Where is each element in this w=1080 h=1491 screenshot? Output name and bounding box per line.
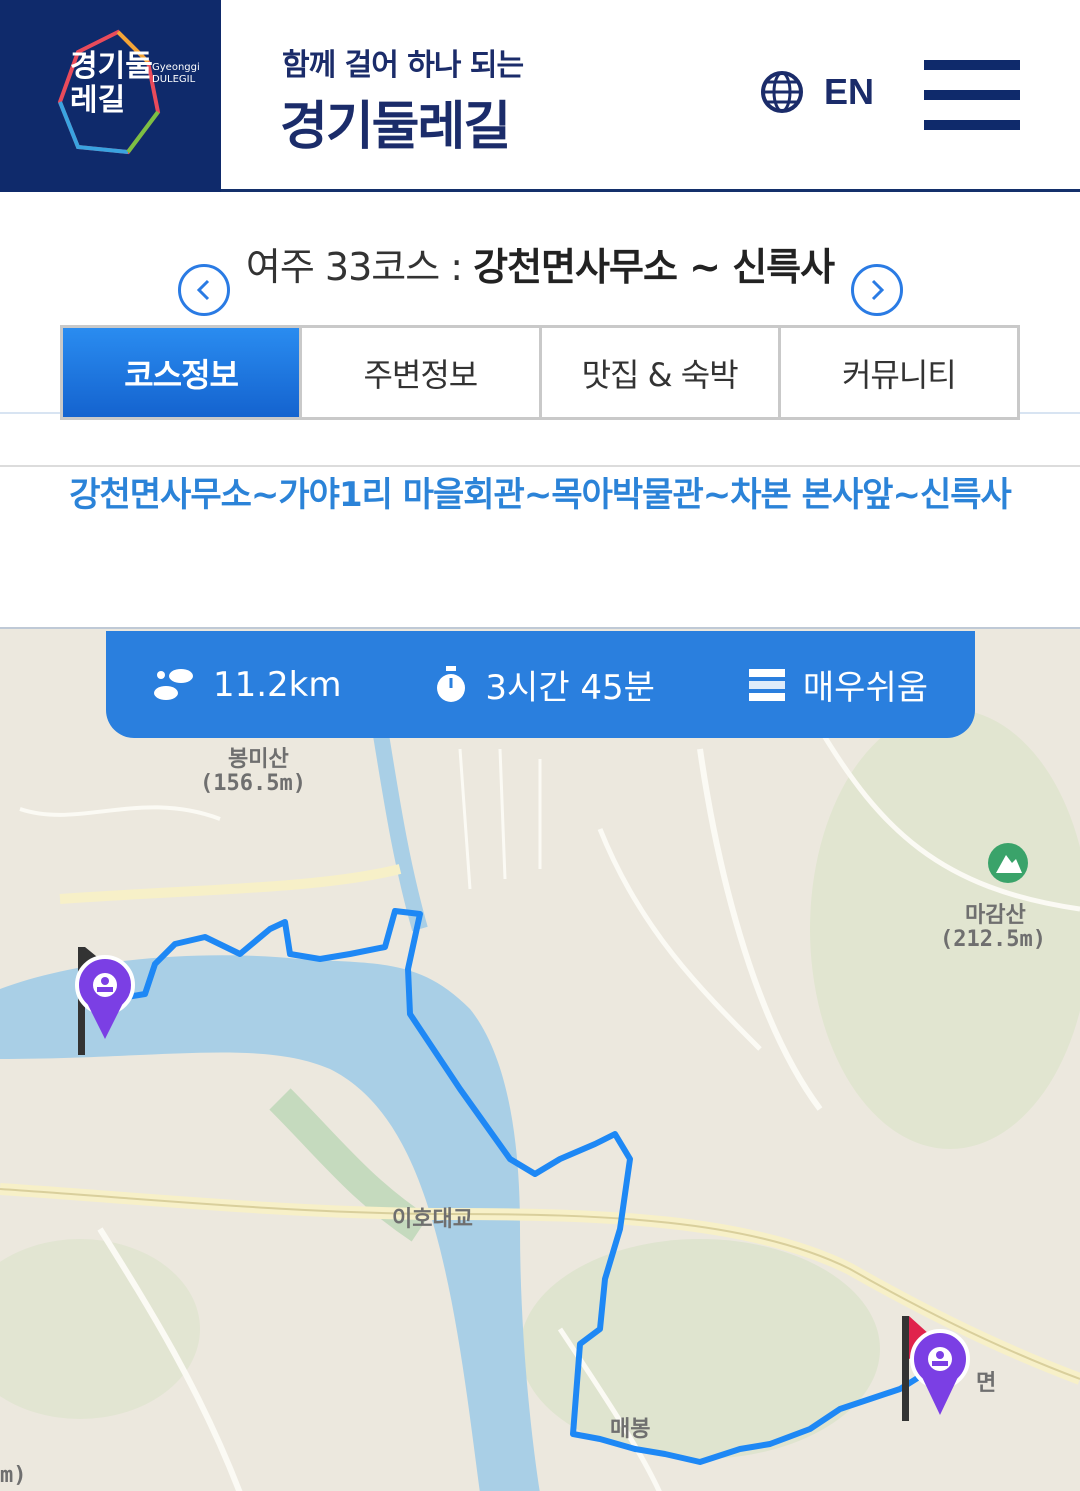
logo-text: 경기둘레길 xyxy=(70,49,153,118)
map-label-edge-right: 면 xyxy=(976,1371,997,1396)
course-region-label: 여주 33코스 : xyxy=(245,245,474,289)
tab-nearby-info[interactable]: 주변정보 xyxy=(302,328,542,417)
difficulty-bars-icon xyxy=(748,668,785,701)
tab-food-lodging[interactable]: 맛집 & 숙박 xyxy=(541,328,781,417)
tab-community[interactable]: 커뮤니티 xyxy=(780,328,1017,417)
footprints-icon xyxy=(153,668,193,700)
language-label: EN xyxy=(824,71,875,112)
globe-icon xyxy=(761,71,803,113)
distance-value: 11.2km xyxy=(212,664,342,705)
map-label-village: 매봉 xyxy=(610,1417,651,1442)
logo-english-text: Gyeonggi DULEGIL xyxy=(152,62,200,85)
tab-course-info[interactable]: 코스정보 xyxy=(63,328,303,417)
difficulty-stat: 매우쉬움 xyxy=(748,660,929,709)
map-label-mountain2-height: (212.5m) xyxy=(940,927,1046,952)
course-name: 강천면사무소 ~ 신륵사 xyxy=(473,245,835,289)
chevron-right-icon xyxy=(871,279,885,301)
time-value: 3시간 45분 xyxy=(485,668,655,708)
map-label-mountain1-height: (156.5m) xyxy=(200,771,306,796)
section-divider xyxy=(0,465,1080,467)
stopwatch-icon xyxy=(437,665,466,702)
map-label-mountain1: 봉미산 xyxy=(228,747,289,772)
course-map[interactable]: 봉미산 (156.5m) 마감산 (212.5m) 이호대교 매봉 m) 면 1… xyxy=(0,627,1080,1491)
map-label-edge-left: m) xyxy=(0,1463,27,1488)
distance-stat: 11.2km xyxy=(153,664,342,705)
site-header: 경기둘레길 Gyeonggi DULEGIL 함께 걸어 하나 되는 경기둘레길… xyxy=(0,0,1080,192)
route-waypoints: 강천면사무소~가야1리 마을회관~목아박물관~차본 본사앞~신륵사 xyxy=(69,475,1012,515)
site-brand-title[interactable]: 경기둘레길 xyxy=(280,84,511,159)
map-label-bridge: 이호대교 xyxy=(392,1207,473,1232)
map-canvas xyxy=(0,629,1080,1491)
course-tabs: 코스정보 주변정보 맛집 & 숙박 커뮤니티 xyxy=(60,325,1020,420)
map-label-mountain2: 마감산 xyxy=(965,903,1026,928)
time-stat: 3시간 45분 xyxy=(435,660,655,709)
hamburger-menu-icon[interactable] xyxy=(924,60,1020,132)
next-course-button[interactable] xyxy=(851,264,903,316)
course-title: 여주 33코스 : 강천면사무소 ~ 신륵사 xyxy=(0,236,1080,291)
site-slogan: 함께 걸어 하나 되는 xyxy=(282,48,524,83)
language-switch[interactable]: EN xyxy=(760,70,874,114)
difficulty-value: 매우쉬움 xyxy=(802,668,929,708)
site-logo[interactable]: 경기둘레길 Gyeonggi DULEGIL xyxy=(0,0,221,192)
course-stats-bar: 11.2km 3시간 45분 매우쉬움 xyxy=(106,631,975,738)
